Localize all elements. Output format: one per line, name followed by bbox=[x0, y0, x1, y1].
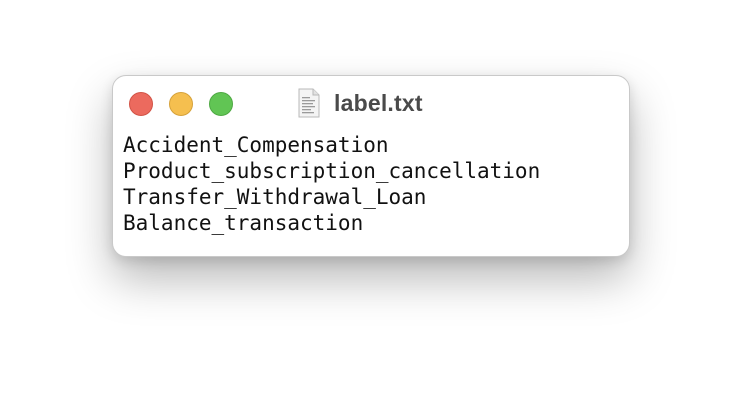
window-title-group: label.txt bbox=[297, 88, 423, 118]
text-content[interactable]: Accident_Compensation Product_subscripti… bbox=[123, 132, 619, 236]
text-line: Transfer_Withdrawal_Loan bbox=[123, 185, 427, 209]
text-line: Product_subscription_cancellation bbox=[123, 159, 541, 183]
zoom-button[interactable] bbox=[209, 92, 233, 116]
close-button[interactable] bbox=[129, 92, 153, 116]
window-title: label.txt bbox=[334, 89, 423, 116]
minimize-button[interactable] bbox=[169, 92, 193, 116]
text-preview-window: label.txt Accident_Compensation Product_… bbox=[112, 75, 630, 257]
text-line: Accident_Compensation bbox=[123, 133, 389, 157]
title-bar[interactable]: label.txt bbox=[113, 76, 629, 130]
text-document-icon bbox=[298, 88, 320, 118]
text-line: Balance_transaction bbox=[123, 211, 364, 235]
